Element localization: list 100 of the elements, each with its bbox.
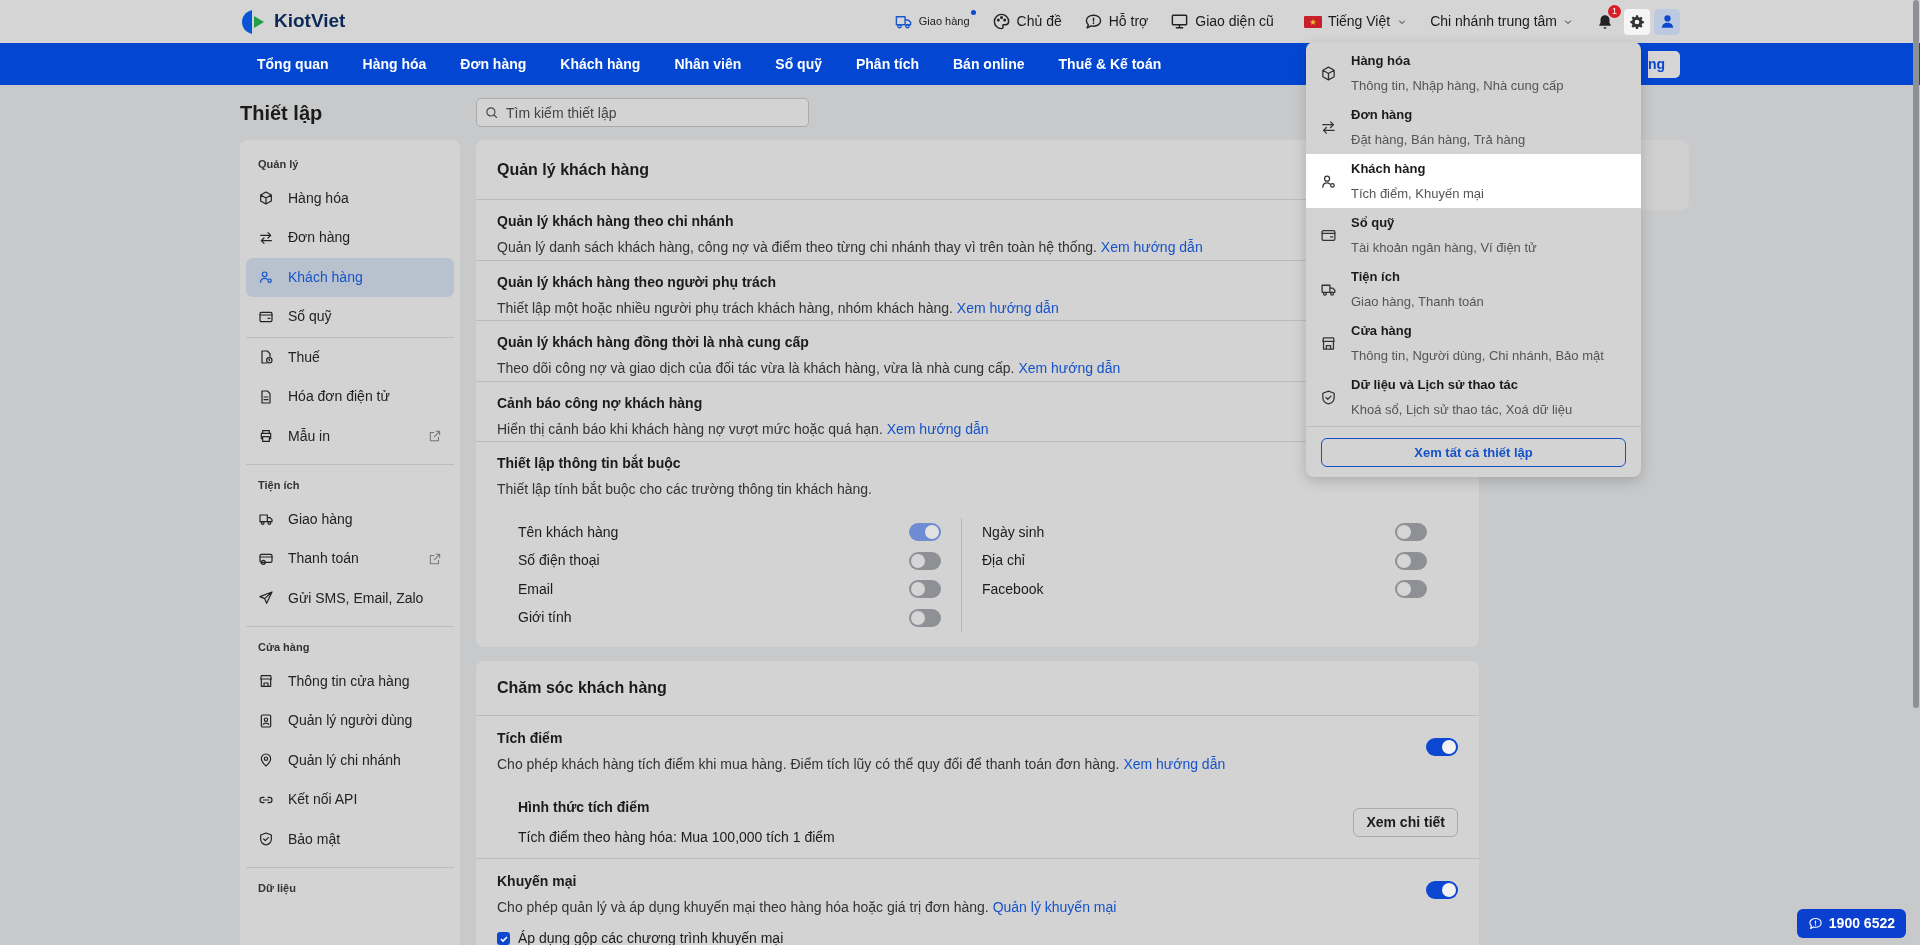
menu-item-subtitle: Giao hàng, Thanh toán <box>1351 292 1484 311</box>
setting-title: Quản lý khách hàng đồng thời là nhà cung cấp <box>497 333 809 352</box>
nav-link[interactable]: Bán online <box>936 53 1042 75</box>
top-bar-link[interactable]: Hỗ trợ <box>1083 11 1149 32</box>
menu-item-subtitle: Khoá sổ, Lịch sử thao tác, Xoá dữ liệu <box>1351 400 1573 419</box>
logo-text: KiotViet <box>274 9 346 34</box>
toggle-switch[interactable] <box>909 551 941 570</box>
id-badge-icon <box>258 712 274 729</box>
menu-item-subtitle: Tài khoản ngân hàng, Ví điện tử <box>1351 238 1537 257</box>
nav-link[interactable]: Phân tích <box>839 53 936 75</box>
setting-title: Quản lý khách hàng theo người phụ trách <box>497 272 777 292</box>
sidebar-item[interactable]: Mẫu in <box>246 416 454 456</box>
store-icon <box>258 673 274 690</box>
field-label: Facebook <box>982 579 1044 599</box>
sidebar-item[interactable]: Quản lý người dùng <box>246 701 454 741</box>
field-label: Giới tính <box>518 608 572 628</box>
help-link[interactable]: Xem hướng dẫn <box>886 420 989 437</box>
shield-icon <box>1320 388 1337 406</box>
hotline-button[interactable]: 1900 6522 <box>1796 909 1906 938</box>
settings-button[interactable] <box>1624 8 1650 35</box>
settings-menu-item[interactable]: Tiện ích Giao hàng, Thanh toán <box>1306 262 1641 316</box>
details-button[interactable]: Xem chi tiết <box>1353 808 1458 837</box>
nav-link[interactable]: Sổ quỹ <box>758 53 839 75</box>
sidebar-item[interactable]: Bảo mật <box>246 819 454 859</box>
setting-description: Cho phép quản lý và áp dụng khuyến mại theo hàng hóa hoặc giá trị đơn hàng. Quản lý khuyến mại <box>497 898 1117 917</box>
view-all-settings-button[interactable]: Xem tất cả thiết lập <box>1321 438 1626 467</box>
sidebar-item[interactable]: Gửi SMS, Email, Zalo <box>246 578 454 618</box>
sidebar-section-label: Tiện ích <box>257 478 301 494</box>
card-title: Quản lý khách hàng <box>497 159 650 180</box>
setting-title: Thiết lập thông tin bắt buộc <box>497 453 682 473</box>
checkbox[interactable] <box>497 932 510 945</box>
sidebar-item[interactable]: Giao hàng <box>246 499 454 539</box>
sidebar-item[interactable]: Hàng hóa <box>246 178 454 218</box>
nav-link[interactable]: Nhân viên <box>657 53 759 75</box>
sell-button[interactable]: ng <box>1648 50 1680 78</box>
nav-link[interactable]: Tổng quan <box>240 53 346 75</box>
setting-value: Tích điểm theo hàng hóa: Mua 100,000 tích 1 điểm <box>518 828 835 847</box>
help-link[interactable]: Xem hướng dẫn <box>956 299 1059 316</box>
account-button[interactable] <box>1654 8 1680 35</box>
monitor-icon <box>1170 12 1190 31</box>
arrows-icon <box>1320 118 1337 136</box>
card-title: Chăm sóc khách hàng <box>497 678 667 698</box>
setting-title: Cảnh báo công nợ khách hàng <box>497 393 703 413</box>
field-label: Số điện thoại <box>518 551 600 571</box>
sidebar-item[interactable]: Sổ quỹ <box>246 297 454 337</box>
top-bar-link[interactable]: Giao diện cũ <box>1170 11 1274 32</box>
help-link[interactable]: Xem hướng dẫn <box>1123 756 1226 772</box>
sidebar-item[interactable]: Thông tin cửa hàng <box>246 661 454 701</box>
language-selector[interactable]: Tiếng Việt <box>1303 11 1409 32</box>
menu-item-subtitle: Đặt hàng, Bán hàng, Trả hàng <box>1351 130 1526 149</box>
nav-link[interactable]: Đơn hàng <box>443 53 544 75</box>
toggle-switch[interactable] <box>1395 580 1427 599</box>
menu-item-title: Đơn hàng <box>1351 106 1414 124</box>
page-title: Thiết lập <box>240 100 323 126</box>
store-icon <box>1320 334 1337 352</box>
shield-icon <box>258 831 274 848</box>
toggle-switch[interactable] <box>1395 551 1427 570</box>
setting-title: Tích điểm <box>497 729 564 748</box>
external-link-icon <box>428 429 442 444</box>
sidebar-item[interactable]: Hóa đơn điện tử <box>246 377 454 417</box>
toggle-switch[interactable] <box>1426 881 1458 899</box>
sidebar-item[interactable]: Quản lý chi nhánh <box>246 740 454 780</box>
settings-menu-item[interactable]: Khách hàng Tích điểm, Khuyến mại <box>1306 154 1641 208</box>
help-link[interactable]: Quản lý khuyến mại <box>992 899 1117 915</box>
menu-item-title: Hàng hóa <box>1351 52 1412 70</box>
menu-item-title: Dữ liệu và Lịch sử thao tác <box>1351 376 1519 394</box>
toggle-switch[interactable] <box>909 608 941 627</box>
settings-menu-item[interactable]: Đơn hàng Đặt hàng, Bán hàng, Trả hàng <box>1306 100 1641 154</box>
top-bar-link[interactable]: Giao hàng <box>893 12 970 31</box>
nav-link[interactable]: Khách hàng <box>543 53 658 75</box>
sidebar-item[interactable]: Thanh toán <box>246 539 454 579</box>
notification-badge: 1 <box>1608 4 1621 18</box>
settings-menu-item[interactable]: Hàng hóa Thông tin, Nhập hàng, Nhà cung cấp <box>1306 46 1641 100</box>
sidebar-item[interactable]: Khách hàng <box>246 257 454 297</box>
sidebar-item[interactable]: Thuế <box>246 337 454 377</box>
settings-icon <box>1629 13 1645 30</box>
printer-icon <box>258 428 274 445</box>
bell-icon <box>1596 12 1614 31</box>
nav-link[interactable]: Thuế & Kế toán <box>1041 53 1179 75</box>
sidebar-section-label: Quản lý <box>257 157 300 172</box>
sidebar-item[interactable]: Kết nối API <box>246 780 454 820</box>
settings-menu-item[interactable]: Cửa hàng Thông tin, Người dùng, Chi nhánh, Bảo mật <box>1306 316 1641 370</box>
nav-link[interactable]: Hàng hóa <box>345 53 444 75</box>
menu-item-subtitle: Tích điểm, Khuyến mại <box>1351 184 1484 203</box>
sidebar-item[interactable]: Đơn hàng <box>246 218 454 258</box>
search-field[interactable]: Tìm kiếm thiết lập <box>476 98 809 127</box>
setting-title: Quản lý khách hàng theo chi nhánh <box>497 212 734 231</box>
branch-selector[interactable]: Chi nhánh trung tâm <box>1430 11 1574 32</box>
help-link[interactable]: Xem hướng dẫn <box>1100 239 1203 255</box>
palette-icon <box>991 12 1011 31</box>
help-link[interactable]: Xem hướng dẫn <box>1018 360 1121 376</box>
settings-menu-item[interactable]: Sổ quỹ Tài khoản ngân hàng, Ví điện tử <box>1306 208 1641 262</box>
top-bar-link[interactable]: Chủ đề <box>991 11 1062 32</box>
checkbox-label: Áp dụng gộp các chương trình khuyến mại <box>518 929 784 945</box>
menu-item-title: Tiện ích <box>1351 268 1401 286</box>
toggle-switch[interactable] <box>1395 523 1427 542</box>
external-link-icon <box>428 551 442 566</box>
settings-menu-item[interactable]: Dữ liệu và Lịch sử thao tác Khoá sổ, Lịch sử thao tác, Xoá dữ liệu <box>1306 370 1641 424</box>
toggle-switch[interactable] <box>909 580 941 599</box>
toggle-switch[interactable] <box>1426 738 1458 756</box>
